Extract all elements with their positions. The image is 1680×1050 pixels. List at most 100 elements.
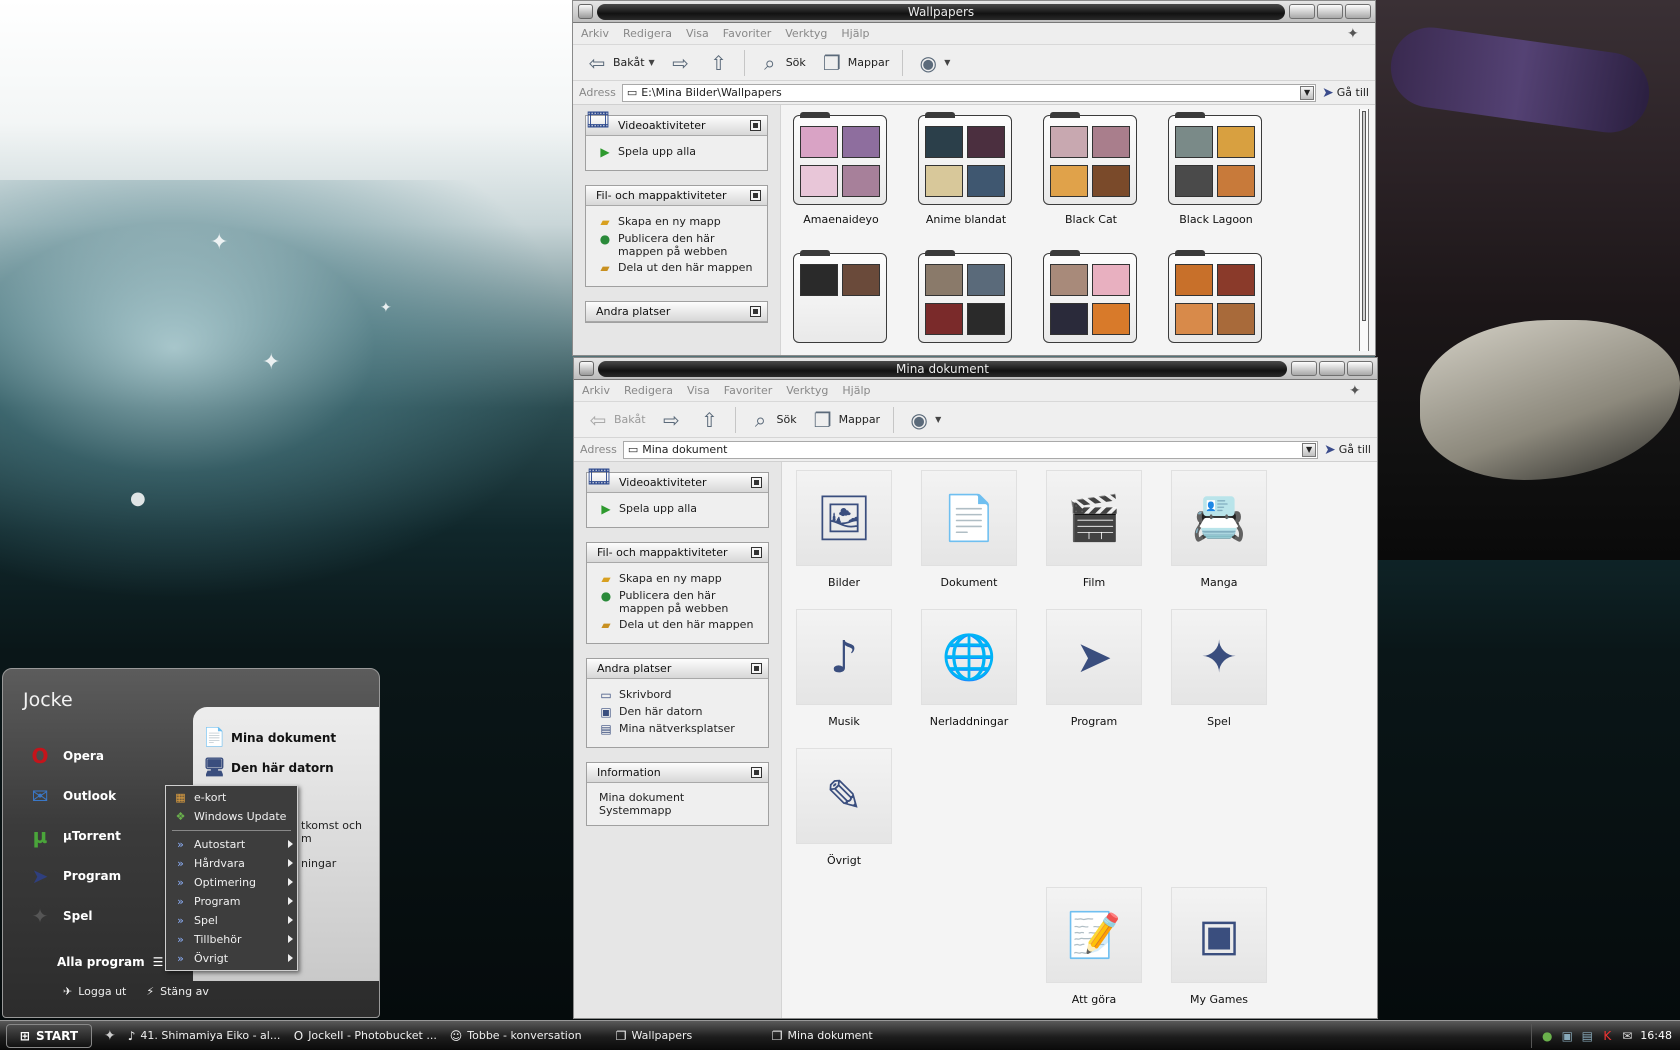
menu-hjalp[interactable]: Hjälp bbox=[842, 384, 870, 397]
collapse-icon[interactable] bbox=[751, 767, 762, 778]
tray-mail-icon[interactable]: ✉ bbox=[1620, 1029, 1634, 1043]
folder-tile[interactable]: Black Cat bbox=[1043, 112, 1139, 226]
quicklaunch-shuriken-icon[interactable]: ✦ bbox=[104, 1028, 116, 1044]
taskbox-info-header[interactable]: Information bbox=[587, 763, 768, 783]
titlebar[interactable]: Wallpapers bbox=[573, 1, 1375, 23]
collapse-icon[interactable] bbox=[751, 547, 762, 558]
window-menu-icon[interactable] bbox=[579, 361, 594, 376]
taskbox-file-header[interactable]: Fil- och mappaktiviteter bbox=[587, 543, 768, 563]
up-button[interactable]: ⇧ bbox=[703, 50, 735, 76]
place-my-computer[interactable]: ▣ Den här datorn bbox=[599, 705, 758, 719]
address-input[interactable]: ▭ Mina dokument ▼ bbox=[622, 440, 1319, 459]
menu-redigera[interactable]: Redigera bbox=[624, 384, 673, 397]
folder-item[interactable]: ➤ Program bbox=[1046, 609, 1142, 728]
window-menu-icon[interactable] bbox=[578, 4, 593, 19]
taskbar-button[interactable]: ♪ 41. Shimamiya Eiko - al... bbox=[122, 1024, 282, 1048]
collapse-icon[interactable] bbox=[750, 120, 761, 131]
taskbar-button[interactable]: ❐ Mina dokument bbox=[766, 1024, 916, 1048]
task-new-folder[interactable]: ▰ Skapa en ny mapp bbox=[599, 572, 758, 586]
folder-tile[interactable]: Black Lagoon bbox=[1168, 112, 1264, 226]
tray-clock[interactable]: 16:48 bbox=[1640, 1029, 1672, 1042]
folder-item[interactable]: ▣ My Games bbox=[1171, 887, 1267, 1006]
taskbox-file-header[interactable]: Fil- och mappaktiviteter bbox=[586, 186, 767, 206]
collapse-icon[interactable] bbox=[750, 190, 761, 201]
taskbox-video-header[interactable]: 🎞 Videoaktiviteter bbox=[584, 108, 767, 136]
goto-button[interactable]: ➤ Gå till bbox=[1324, 442, 1371, 458]
task-publish-web[interactable]: ● Publicera den här mappen på webben bbox=[598, 232, 757, 258]
titlebar[interactable]: Mina dokument bbox=[574, 358, 1377, 380]
shutdown-button[interactable]: ⚡ Stäng av bbox=[146, 985, 208, 998]
up-button[interactable]: ⇧ bbox=[694, 407, 726, 433]
taskbox-video-header[interactable]: 🎞 Videoaktiviteter bbox=[585, 465, 768, 493]
start-button[interactable]: ⊞ START bbox=[6, 1023, 92, 1048]
window-wallpapers[interactable]: Wallpapers Arkiv Redigera Visa Favoriter… bbox=[572, 0, 1376, 356]
folder-item[interactable]: 📇 Manga bbox=[1171, 470, 1267, 589]
logout-button[interactable]: ✈ Logga ut bbox=[63, 985, 126, 998]
folder-tile[interactable]: Anime blandat bbox=[918, 112, 1014, 226]
submenu-item[interactable]: » Program bbox=[166, 892, 297, 911]
submenu-windows-update[interactable]: ❖ Windows Update bbox=[166, 807, 297, 826]
forward-button[interactable]: ⇨ bbox=[656, 407, 688, 433]
taskbar-button[interactable]: ☺ Tobbe - konversation bbox=[444, 1024, 604, 1048]
tray-messenger-icon[interactable]: ● bbox=[1540, 1029, 1554, 1043]
submenu-item[interactable]: » Spel bbox=[166, 911, 297, 930]
views-button[interactable]: ◉ ▼ bbox=[903, 407, 945, 433]
start-right-partial-3[interactable]: ningar bbox=[301, 857, 336, 870]
tray-monitor-icon[interactable]: ▤ bbox=[1580, 1029, 1594, 1043]
menu-favoriter[interactable]: Favoriter bbox=[724, 384, 772, 397]
back-button[interactable]: ⇦ Bakåt bbox=[582, 407, 650, 433]
start-item-opera[interactable]: O Opera bbox=[25, 741, 103, 771]
menu-visa[interactable]: Visa bbox=[687, 384, 710, 397]
address-dropdown-icon[interactable]: ▼ bbox=[1302, 442, 1317, 457]
collapse-icon[interactable] bbox=[751, 663, 762, 674]
minimize-button[interactable] bbox=[1291, 361, 1317, 376]
folder-item[interactable]: ✎ Övrigt bbox=[796, 748, 892, 867]
forward-button[interactable]: ⇨ bbox=[665, 50, 697, 76]
address-dropdown-icon[interactable]: ▼ bbox=[1300, 85, 1315, 100]
menu-arkiv[interactable]: Arkiv bbox=[581, 27, 609, 40]
folder-tile[interactable]: Amaenaideyo bbox=[793, 112, 889, 226]
menu-verktyg[interactable]: Verktyg bbox=[786, 384, 828, 397]
submenu-item[interactable]: » Hårdvara bbox=[166, 854, 297, 873]
start-item-spel[interactable]: ✦ Spel bbox=[25, 901, 93, 931]
submenu-item[interactable]: » Autostart bbox=[166, 835, 297, 854]
taskbar-button[interactable]: ❐ Wallpapers bbox=[610, 1024, 760, 1048]
views-button[interactable]: ◉ ▼ bbox=[912, 50, 954, 76]
task-publish-web[interactable]: ● Publicera den här mappen på webben bbox=[599, 589, 758, 615]
folder-item[interactable]: 🖼 Bilder bbox=[796, 470, 892, 589]
maximize-button[interactable] bbox=[1319, 361, 1345, 376]
close-button[interactable] bbox=[1345, 4, 1371, 19]
submenu-item[interactable]: » Optimering bbox=[166, 873, 297, 892]
maximize-button[interactable] bbox=[1317, 4, 1343, 19]
menu-favoriter[interactable]: Favoriter bbox=[723, 27, 771, 40]
folder-item[interactable]: 📄 Dokument bbox=[921, 470, 1017, 589]
folder-tile[interactable] bbox=[1043, 250, 1139, 351]
goto-button[interactable]: ➤ Gå till bbox=[1322, 85, 1369, 101]
close-button[interactable] bbox=[1347, 361, 1373, 376]
back-button[interactable]: ⇦ Bakåt ▼ bbox=[581, 50, 659, 76]
place-desktop[interactable]: ▭ Skrivbord bbox=[599, 688, 758, 702]
task-play-all[interactable]: ▶ Spela upp alla bbox=[599, 502, 758, 516]
folder-view[interactable]: 🖼 Bilder 📄 Dokument 🎬 Film 📇 Manga ♪ Musik 🌐 Nerlad… bbox=[782, 462, 1377, 1018]
tray-network-icon[interactable]: ▣ bbox=[1560, 1029, 1574, 1043]
tray-antivirus-icon[interactable]: K bbox=[1600, 1029, 1614, 1043]
collapse-icon[interactable] bbox=[751, 477, 762, 488]
start-item-program[interactable]: ➤ Program bbox=[25, 861, 121, 891]
search-button[interactable]: ⌕ Sök bbox=[754, 50, 810, 76]
all-programs-button[interactable]: Alla program ☰ bbox=[57, 955, 163, 969]
folders-button[interactable]: ❐ Mappar bbox=[816, 50, 893, 76]
start-my-documents[interactable]: 📄 Mina dokument bbox=[203, 727, 336, 749]
submenu-item[interactable]: » Övrigt bbox=[166, 949, 297, 968]
menu-arkiv[interactable]: Arkiv bbox=[582, 384, 610, 397]
folder-view[interactable]: Amaenaideyo Anime blandat Black Cat Black L… bbox=[781, 105, 1375, 355]
start-my-computer[interactable]: 🖥 Den här datorn bbox=[203, 757, 334, 779]
task-share-folder[interactable]: ▰ Dela ut den här mappen bbox=[599, 618, 758, 632]
back-dropdown-icon[interactable]: ▼ bbox=[649, 58, 655, 67]
scrollbar-thumb[interactable] bbox=[1362, 111, 1366, 321]
folder-item[interactable]: ♪ Musik bbox=[796, 609, 892, 728]
submenu-item[interactable]: » Tillbehör bbox=[166, 930, 297, 949]
taskbox-other-header[interactable]: Andra platser bbox=[586, 302, 767, 322]
start-right-partial-2[interactable]: m bbox=[301, 832, 312, 845]
start-item--torrent[interactable]: µ µTorrent bbox=[25, 821, 121, 851]
task-play-all[interactable]: ▶ Spela upp alla bbox=[598, 145, 757, 159]
